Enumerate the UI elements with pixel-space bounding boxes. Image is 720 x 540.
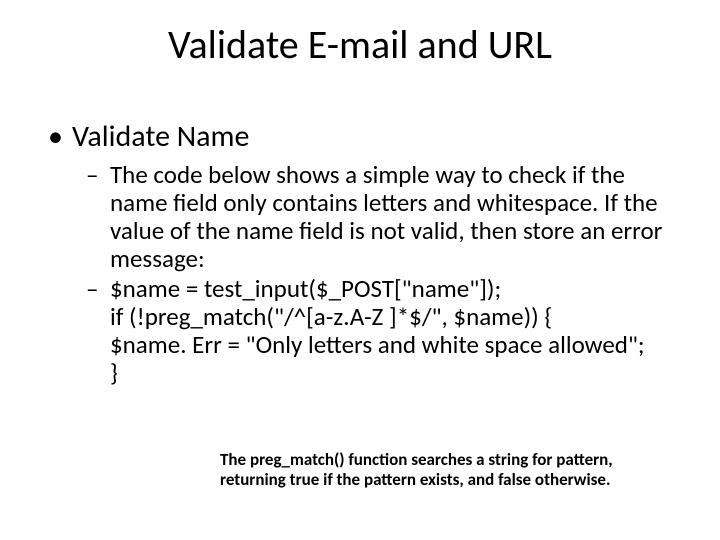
slide: Validate E-mail and URL Validate Name Th… <box>0 0 720 540</box>
slide-body: Validate Name The code below shows a sim… <box>46 120 674 389</box>
bullet-lvl2: The code below shows a simple way to che… <box>46 161 674 273</box>
bullet-lvl1: Validate Name <box>46 120 674 155</box>
slide-title: Validate E-mail and URL <box>0 20 720 69</box>
footnote: The preg_match() function searches a str… <box>220 450 670 491</box>
bullet-lvl2-code: $name = test_input($_POST["name"]); if (… <box>46 275 674 387</box>
